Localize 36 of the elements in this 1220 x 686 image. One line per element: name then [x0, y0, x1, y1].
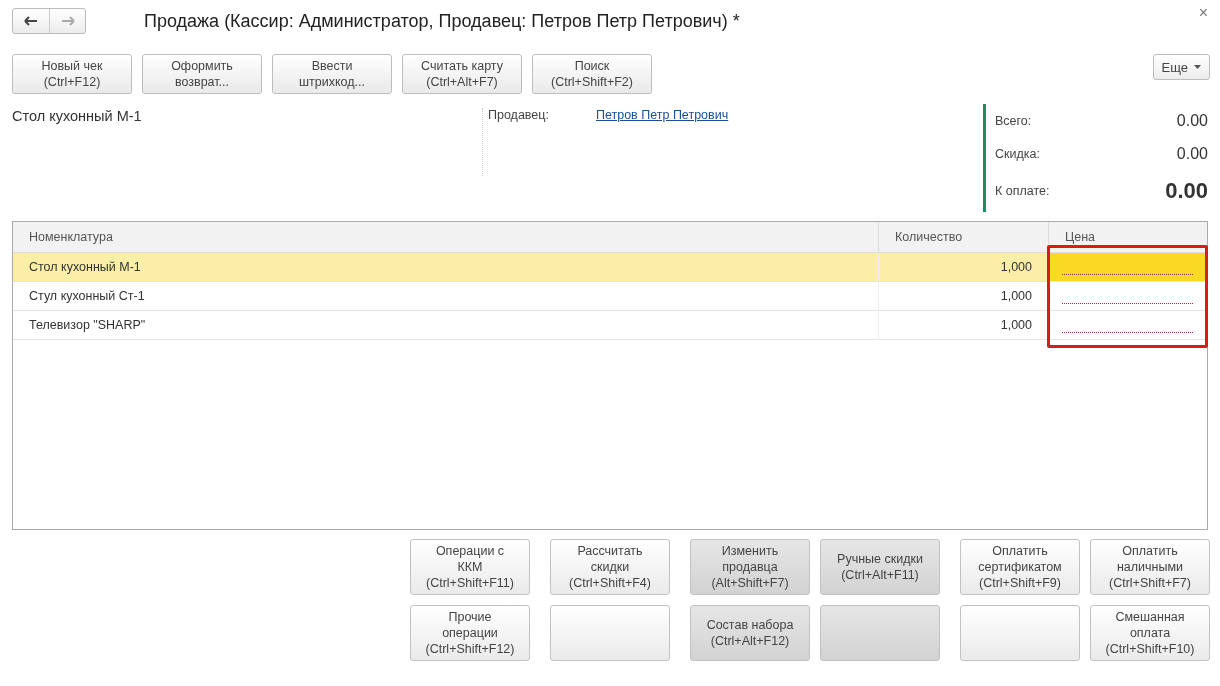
total-label: Скидка: — [995, 147, 1040, 161]
action-button[interactable]: Ручные скидки (Ctrl+Alt+F11) — [820, 539, 940, 595]
seller-link[interactable]: Петров Петр Петрович — [595, 108, 729, 122]
total-label: Всего: — [995, 113, 1032, 128]
total-value: 0.00 — [1176, 145, 1208, 163]
action-button[interactable]: Оплатить наличными (Ctrl+Shift+F7) — [1090, 539, 1210, 595]
table-cell: 1,000 — [878, 282, 1048, 311]
table-cell: 1,000 — [878, 253, 1048, 282]
window-title: Продажа (Кассир: Администратор, Продавец: Петров Петр Петрович) * — [144, 10, 741, 32]
total-value: 0.00 — [1176, 111, 1208, 130]
table-cell: 1,000 — [878, 311, 1048, 340]
action-button[interactable]: Прочие операции (Ctrl+Shift+F12) — [410, 605, 530, 661]
action-button[interactable]: Операции с ККМ (Ctrl+Shift+F11) — [410, 539, 530, 595]
action-button[interactable]: Изменить продавца (Alt+Shift+F7) — [690, 539, 810, 595]
action-button[interactable]: Состав набора (Ctrl+Alt+F12) — [690, 605, 810, 661]
toolbar-button[interactable]: Поиск (Ctrl+Shift+F2) — [532, 54, 652, 94]
action-button[interactable]: Смешанная оплата (Ctrl+Shift+F10) — [1090, 605, 1210, 661]
forward-arrow-icon — [60, 16, 75, 26]
column-header[interactable]: Номенклатура — [13, 222, 878, 253]
column-header[interactable]: Цена — [1048, 222, 1207, 253]
toolbar-button[interactable]: Новый чек (Ctrl+F12) — [12, 54, 132, 94]
toolbar-button[interactable]: Ввести штрихкод... — [272, 54, 392, 94]
back-arrow-icon — [24, 16, 38, 26]
table-cell: Стол кухонный М-1 — [13, 253, 878, 282]
close-button[interactable]: × — [1198, 4, 1208, 22]
caret-icon — [1194, 65, 1201, 69]
current-item-name: Стол кухонный М-1 — [12, 108, 143, 126]
action-button[interactable]: Оплатить сертификатом (Ctrl+Shift+F9) — [960, 539, 1080, 595]
action-button[interactable]: Рассчитать скидки (Ctrl+Shift+F4) — [550, 539, 670, 595]
toolbar-button[interactable]: Считать карту (Ctrl+Alt+F7) — [402, 54, 522, 94]
toolbar-button[interactable]: Оформить возврат... — [142, 54, 262, 94]
column-header[interactable]: Количество — [878, 222, 1048, 253]
total-value: 0.00 — [1165, 178, 1208, 205]
more-button[interactable]: Еще — [1152, 54, 1210, 80]
seller-label: Продавец: — [488, 108, 549, 124]
total-label: К оплате: — [995, 184, 1050, 199]
